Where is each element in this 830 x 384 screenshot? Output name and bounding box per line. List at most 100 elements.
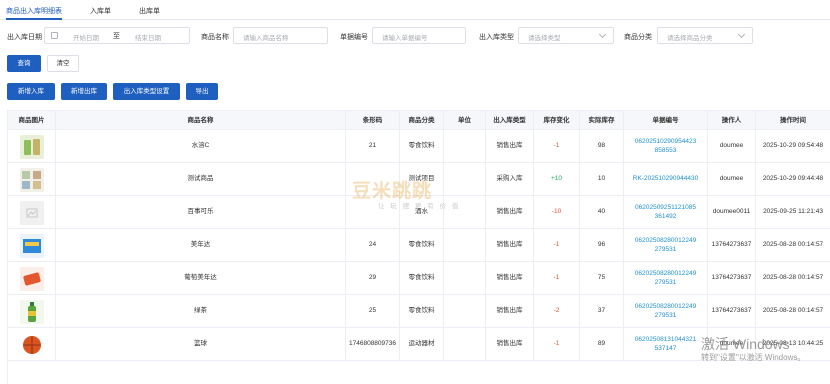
document-no-input[interactable]: 请输入单据编号 — [372, 27, 466, 44]
actual-stock: 37 — [597, 307, 606, 315]
operation-time: 2025-09-25 11:21:43 — [763, 208, 823, 216]
operator-cell: 13764273637 — [708, 295, 756, 328]
operator: 13764273637 — [711, 241, 752, 249]
operator-cell: doumee — [708, 130, 756, 163]
new-outbound-button[interactable]: 新增出库 — [61, 83, 107, 100]
document-no[interactable]: 06202508131044321 537147 — [626, 336, 705, 354]
actual-stock: 96 — [597, 241, 606, 249]
product-image-can — [19, 266, 44, 291]
chevron-down-icon — [737, 30, 746, 39]
operation-time: 2025-10-29 09:44:48 — [762, 175, 824, 183]
operation-time-cell: 2025-10-29 09:54:48 — [756, 130, 830, 163]
search-button[interactable]: 查询 — [7, 55, 41, 72]
category-cell: 零食饮料 — [400, 295, 444, 328]
stock-change-cell: -2 — [534, 295, 580, 328]
unit-cell — [444, 295, 486, 328]
document-no-cell[interactable]: 06202510290954423 858553 — [624, 130, 708, 163]
actual-stock: 10 — [597, 175, 606, 183]
io-type: 销售出库 — [496, 340, 523, 348]
document-no-cell[interactable]: 06202508131044321 537147 — [624, 328, 708, 361]
category-cell: 运动器材 — [400, 328, 444, 361]
actual-stock-cell: 96 — [580, 229, 624, 262]
stock-change: -2 — [553, 307, 560, 315]
unit-cell — [444, 229, 486, 262]
document-no[interactable]: 06202508280012249 279531 — [626, 270, 705, 288]
product-name-input[interactable]: 请输入商品名称 — [233, 27, 328, 44]
table-row: 葡萄美年达 29 零食饮料 销售出库 -1 75 06202508280012249 279… — [8, 262, 830, 295]
stock-change-cell: -10 — [534, 196, 580, 229]
operation-time-cell: 2025-08-28 00:14:57 — [756, 229, 830, 262]
barcode: 25 — [368, 307, 377, 315]
category: 零食饮料 — [408, 307, 435, 315]
document-no[interactable]: 06202509251121085 361492 — [626, 204, 705, 222]
document-no-cell[interactable]: 06202508280012249 279531 — [624, 229, 708, 262]
product-name: 美年达 — [190, 241, 211, 249]
io-type-cell: 销售出库 — [486, 196, 534, 229]
document-no[interactable]: 06202508280012249 279531 — [626, 237, 705, 255]
category-select[interactable]: 请选择商品分类 — [657, 27, 753, 44]
date-end-input[interactable]: 结束日期 — [135, 32, 161, 42]
table-header: 商品图片 商品名称 条形码 商品分类 单位 出入库类型 库存变化 实际库存 单据… — [8, 111, 830, 130]
product-name: 绿茶 — [194, 307, 207, 315]
stock-change-cell: +10 — [534, 163, 580, 196]
stock-change: -10 — [551, 208, 562, 216]
date-range-picker[interactable]: 开始日期 至 结束日期 — [44, 27, 190, 44]
operator-cell: doumee0011 — [708, 196, 756, 229]
date-range-separator: 至 — [113, 33, 120, 40]
tab-inbound-orders[interactable]: 入库单 — [90, 6, 111, 16]
product-image-cell — [8, 262, 56, 295]
chevron-down-icon — [598, 30, 607, 39]
operation-time-cell: 2025-09-25 11:21:43 — [756, 196, 830, 229]
actual-stock-cell: 75 — [580, 262, 624, 295]
product-name: 测试商品 — [187, 175, 214, 183]
export-button[interactable]: 导出 — [186, 83, 218, 100]
product-name-cell: 葡萄美年达 — [56, 262, 346, 295]
barcode-cell: 21 — [346, 130, 400, 163]
clear-button[interactable]: 清空 — [47, 55, 79, 72]
category-label: 商品分类 — [624, 34, 652, 41]
barcode-cell: 29 — [346, 262, 400, 295]
product-image-bottle — [19, 299, 44, 324]
operator: doumee — [719, 175, 744, 183]
document-no-cell[interactable]: 06202508280012249 279531 — [624, 295, 708, 328]
table-row: 绿茶 25 零食饮料 销售出库 -2 37 06202508280012249 279531… — [8, 295, 830, 328]
product-name-cell: 美年达 — [56, 229, 346, 262]
product-name-cell: 测试商品 — [56, 163, 346, 196]
io-type-settings-button[interactable]: 出入库类型设置 — [113, 83, 180, 100]
document-no[interactable]: RK-202510290944430 — [633, 175, 698, 184]
brand-watermark: 豆米跳跳 — [352, 181, 433, 202]
operator: 13764273637 — [711, 274, 752, 282]
category: 运动器材 — [408, 340, 435, 348]
actual-stock-cell: 40 — [580, 196, 624, 229]
unit-cell — [444, 163, 486, 196]
io-type-select[interactable]: 请选择类型 — [518, 27, 614, 44]
product-image-placeholder — [19, 200, 44, 225]
stock-change: -1 — [553, 340, 560, 348]
document-no-cell[interactable]: RK-202510290944430 — [624, 163, 708, 196]
tab-io-detail[interactable]: 商品出入库明细表 — [6, 6, 62, 16]
product-image-mix — [19, 167, 44, 192]
document-no-cell[interactable]: 06202508280012249 279531 — [624, 262, 708, 295]
io-type-cell: 销售出库 — [486, 328, 534, 361]
product-name-cell: 百事可乐 — [56, 196, 346, 229]
stock-change: -1 — [553, 241, 560, 249]
document-no[interactable]: 06202508280012249 279531 — [626, 303, 705, 321]
product-image-box — [19, 233, 44, 258]
tab-outbound-orders[interactable]: 出库单 — [139, 6, 160, 16]
document-no-placeholder: 请输入单据编号 — [382, 35, 428, 42]
document-no-cell[interactable]: 06202509251121085 361492 — [624, 196, 708, 229]
document-no-label: 单据编号 — [340, 34, 368, 41]
date-start-input[interactable]: 开始日期 — [73, 32, 99, 42]
column-header: 实际库存 — [580, 111, 624, 130]
barcode-cell: 24 — [346, 229, 400, 262]
product-image-cell — [8, 163, 56, 196]
operator-cell: 13764273637 — [708, 262, 756, 295]
barcode-cell: 25 — [346, 295, 400, 328]
document-no[interactable]: 06202510290954423 858553 — [626, 138, 705, 156]
unit-cell — [444, 328, 486, 361]
barcode: 24 — [368, 241, 377, 249]
new-inbound-button[interactable]: 新增入库 — [7, 83, 55, 100]
operator-cell: 13764273637 — [708, 229, 756, 262]
column-header: 商品名称 — [56, 111, 346, 130]
product-image-cell — [8, 229, 56, 262]
